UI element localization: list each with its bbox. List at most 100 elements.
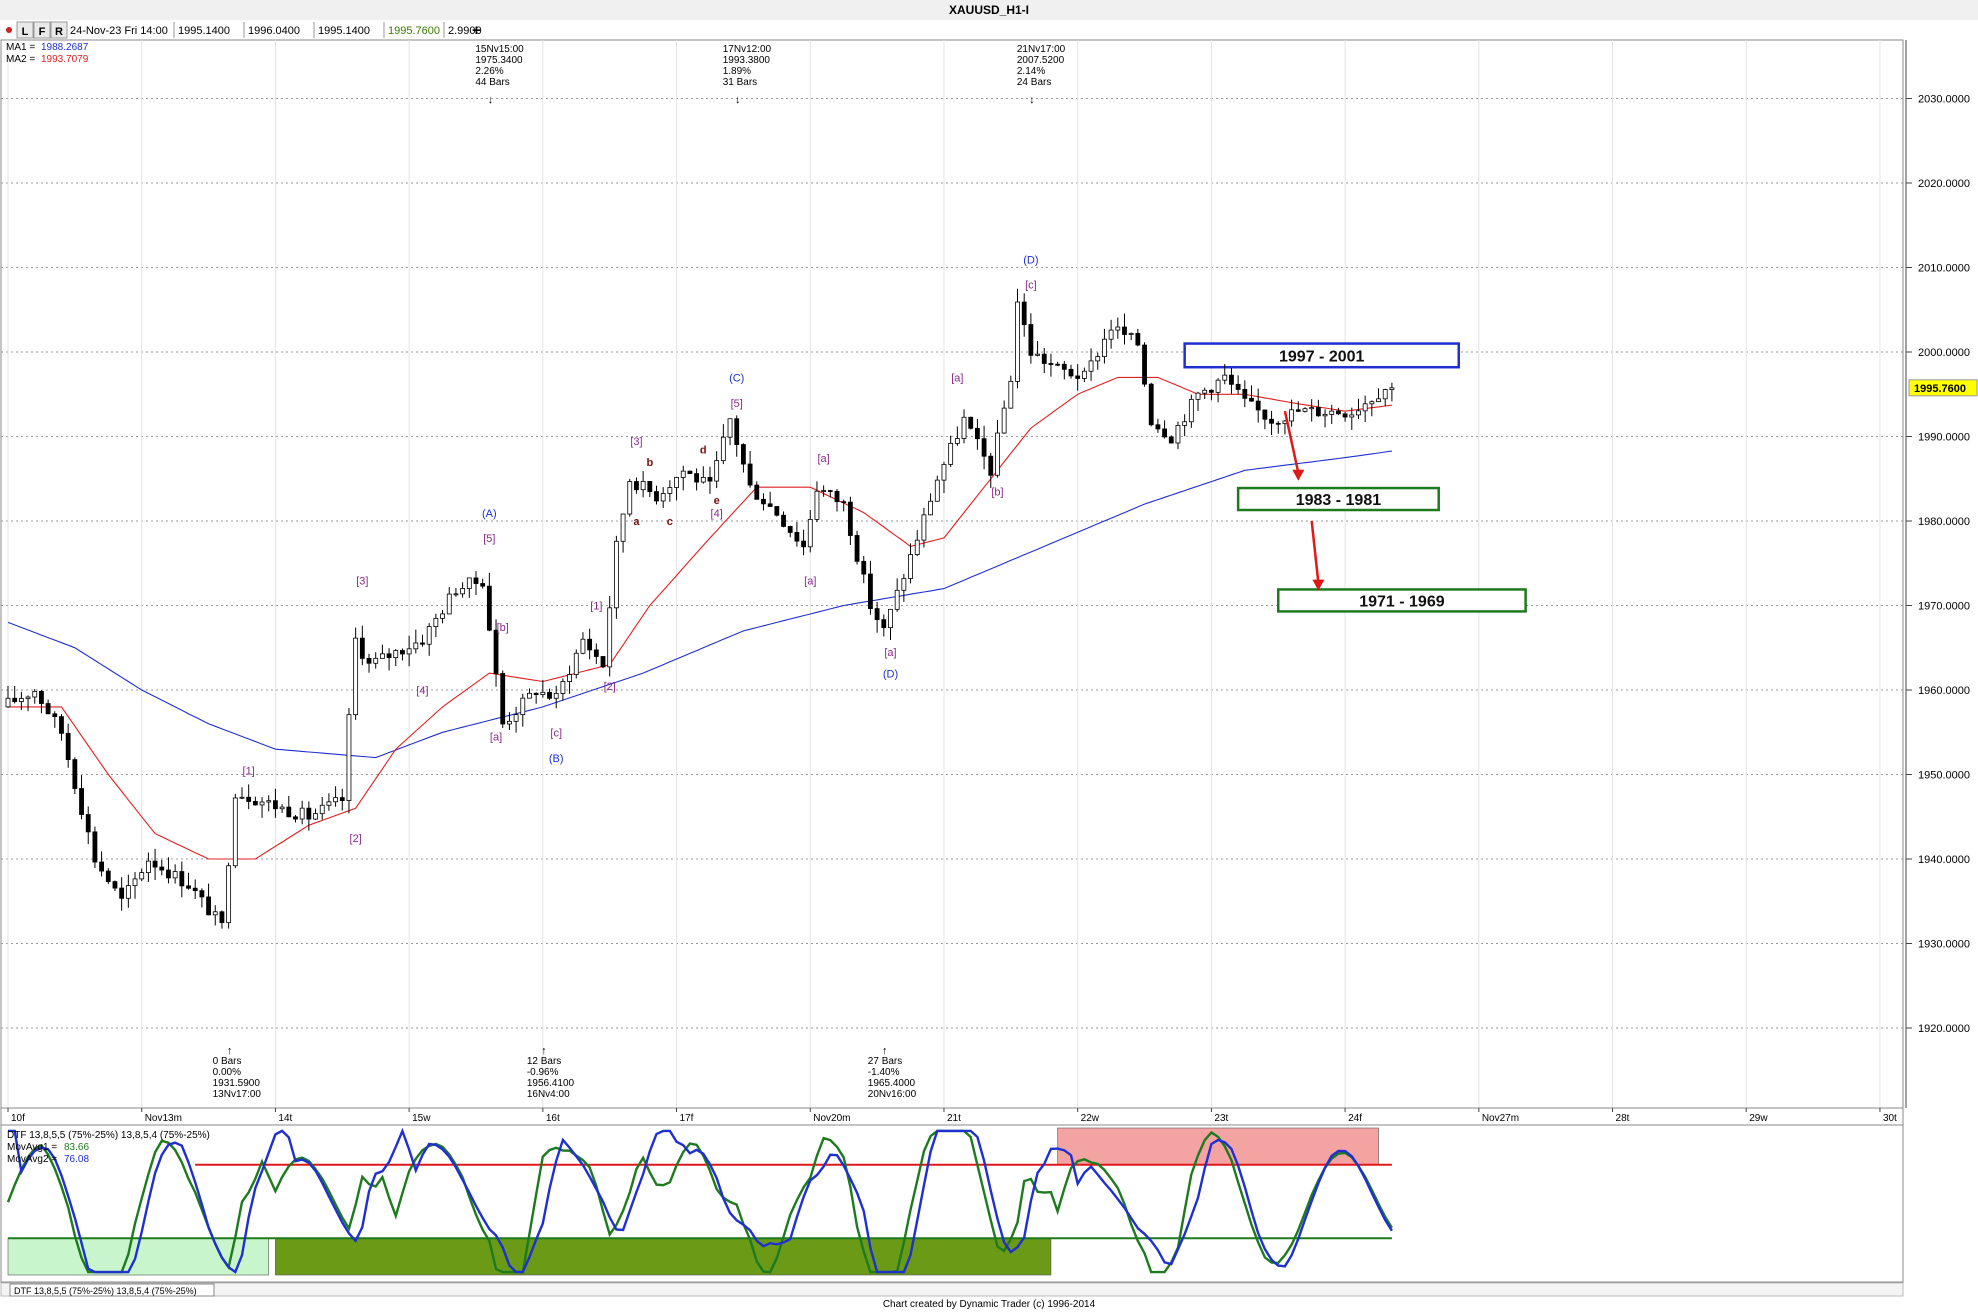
candle-body <box>92 831 98 863</box>
candle-body <box>500 673 506 725</box>
candle-body <box>1322 413 1328 417</box>
candle-body <box>246 796 252 802</box>
candle-body <box>1095 356 1101 362</box>
candle-body <box>774 506 780 516</box>
candle-body <box>640 481 646 491</box>
price-panel-frame <box>0 39 1904 1109</box>
candle-body <box>299 807 305 820</box>
swing-annotation-line: 44 Bars <box>475 77 509 88</box>
candle <box>500 670 506 728</box>
candle-body <box>406 648 412 655</box>
candle-body <box>79 788 84 815</box>
candle-body <box>587 638 593 651</box>
price-tick-label: 1960.0000 <box>1918 685 1970 697</box>
indicator-tab-bar: DTF 13,8,5,5 (75%-25%) 13,8,5,4 (75%-25%… <box>0 1282 1904 1297</box>
candle-body <box>714 460 720 482</box>
candle-body <box>674 477 679 488</box>
wave-label: [1] <box>243 766 255 778</box>
ma-legend: MA1 = 1988.2687 MA2 = 1993.7079 <box>6 42 89 65</box>
candle-body <box>379 653 385 659</box>
toolbar: L F R 24-Nov-23 Fri 14:00 1995.1400 1996.0… <box>6 21 482 39</box>
candle-body <box>1102 338 1107 358</box>
candle <box>1148 382 1154 427</box>
wave-label: [c] <box>550 727 562 739</box>
wave-label: [3] <box>356 575 368 587</box>
ohlc-field: 1995.1400 <box>318 25 370 37</box>
candle-body <box>647 481 653 492</box>
candle-body <box>988 455 994 476</box>
add-icon[interactable]: + <box>472 22 481 39</box>
candle-body <box>921 514 927 541</box>
candle-body <box>727 418 733 438</box>
wave-label: [a] <box>818 453 830 465</box>
wave-label: [4] <box>416 685 428 697</box>
oscillator-legend-value: 83.66 <box>64 1142 89 1153</box>
wave-label: (B) <box>549 753 564 765</box>
candle-body <box>426 626 432 645</box>
record-dot-icon <box>6 27 12 33</box>
candle <box>607 596 613 677</box>
candle-body <box>781 514 786 527</box>
indicator-tab-label: DTF 13,8,5,5 (75%-25%) 13,8,5,4 (75%-25%… <box>14 1286 197 1296</box>
candle-body <box>420 642 425 645</box>
candle <box>92 826 98 869</box>
candle-body <box>1108 329 1114 340</box>
candle-body <box>186 885 191 889</box>
candle-body <box>620 513 626 542</box>
candle-body <box>1128 332 1134 335</box>
candle <box>226 862 232 929</box>
candle-body <box>1208 389 1214 393</box>
candle <box>774 506 780 517</box>
candle-body <box>1048 363 1054 365</box>
candle-body <box>1028 324 1034 356</box>
candle-body <box>279 806 285 810</box>
candle-body <box>259 801 265 806</box>
candle-body <box>1175 425 1181 444</box>
candle-body <box>192 887 198 892</box>
wave-label: (C) <box>729 373 744 385</box>
tab-bar-frame <box>0 1282 1904 1297</box>
candle-body <box>353 637 359 716</box>
candle-body <box>1162 428 1167 438</box>
candle-body <box>1075 375 1081 379</box>
swing-annotation-line: 27 Bars <box>868 1056 902 1067</box>
candle-body <box>533 692 539 695</box>
time-tick-label: 15w <box>412 1113 431 1124</box>
wave-label: [a] <box>490 732 502 744</box>
swing-annotation-line: 21Nv17:00 <box>1017 44 1066 55</box>
candle-body <box>1055 363 1061 366</box>
candle-body <box>1115 326 1121 331</box>
candle-body <box>1235 383 1241 390</box>
ma-legend-name: MA1 = <box>6 42 35 53</box>
swing-annotation-line: 17Nv12:00 <box>723 44 772 55</box>
swing-annotation-line: 2.14% <box>1017 66 1045 77</box>
candle-body <box>486 585 492 631</box>
swing-annotation-line: 20Nv16:00 <box>868 1089 917 1100</box>
candle-body <box>45 703 51 715</box>
candle-body <box>934 479 940 502</box>
target-zone-label: 1997 - 2001 <box>1279 348 1365 365</box>
wave-label: [b] <box>991 487 1003 499</box>
candle-body <box>1195 392 1201 400</box>
candle-body <box>1188 398 1194 423</box>
candle-body <box>507 720 512 725</box>
oscillator-legend: MovAvg1 = 83.66 MovAvg2 = 76.08 <box>7 1142 89 1165</box>
candle <box>1015 288 1020 389</box>
candle-body <box>928 500 934 516</box>
candle <box>600 656 606 669</box>
candle-body <box>968 416 974 429</box>
candle-body <box>861 560 867 575</box>
candle-body <box>5 697 11 708</box>
wave-label: [2] <box>350 833 362 845</box>
time-tick-label: 10f <box>11 1113 25 1124</box>
window-title: XAUUSD_H1-I <box>949 3 1029 17</box>
price-tick-label: 2000.0000 <box>1918 347 1970 359</box>
candle-body <box>319 804 325 815</box>
candle-body <box>754 484 760 500</box>
time-tick-label: 21t <box>947 1113 961 1124</box>
time-tick-label: 28t <box>1616 1113 1630 1124</box>
oscillator-legend-name: MovAvg1 = <box>7 1142 57 1153</box>
wave-label: [1] <box>590 601 602 613</box>
candle-body <box>112 881 118 889</box>
wave-label: (A) <box>482 508 497 520</box>
